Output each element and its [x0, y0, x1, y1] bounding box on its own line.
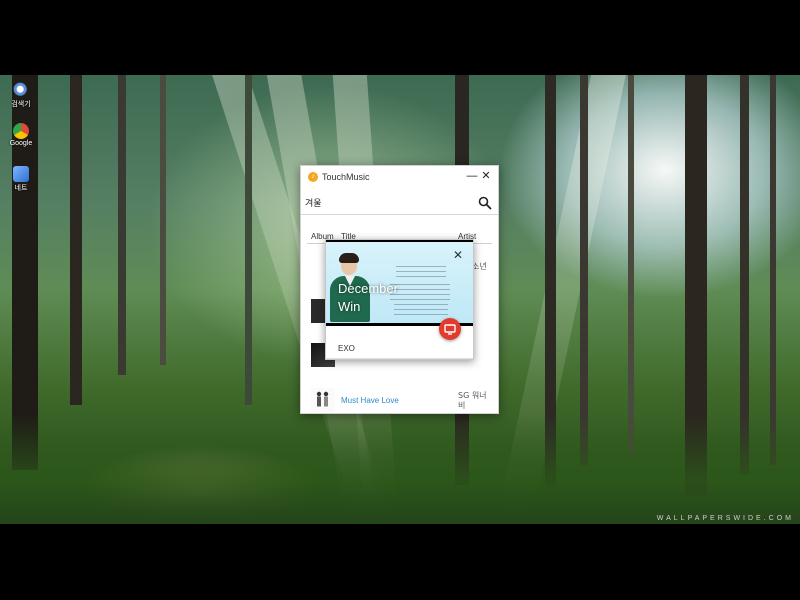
popup-artist: EXO [338, 344, 355, 353]
desktop-icon-label: Google [9, 140, 33, 147]
tree-trunk [160, 75, 166, 365]
chrome-icon [13, 123, 29, 139]
tree-trunk [580, 75, 588, 465]
lyric-lines [390, 284, 450, 300]
singer-hair [339, 253, 359, 263]
track-title-link[interactable]: Must Have Love [341, 396, 399, 405]
screen-mode-button[interactable] [439, 318, 461, 340]
tree-trunk [118, 75, 126, 375]
album-thumbnail [311, 388, 335, 412]
search-input[interactable] [305, 195, 475, 210]
video-title-overlay: December [338, 281, 398, 296]
screen-icon [444, 324, 456, 335]
wallpaper-watermark: WALLPAPERSWIDE.COM [656, 515, 794, 522]
video-popup: December Win ✕ EXO [325, 239, 474, 360]
desktop-icon-label: 검색기 [11, 101, 31, 108]
search-bar [301, 192, 498, 215]
title-bar[interactable]: ♪ TouchMusic — ✕ [301, 166, 498, 188]
minimize-button[interactable]: — [466, 170, 478, 182]
close-popup-button[interactable]: ✕ [453, 249, 463, 261]
network-icon [13, 166, 29, 182]
tree-trunk [770, 75, 776, 465]
search-icon [13, 82, 29, 98]
desktop-icon-label: 네트 [14, 185, 28, 192]
desktop-icon-search[interactable]: 검색기 [6, 82, 36, 109]
music-note-icon: ♪ [308, 172, 318, 182]
row-artist: 소년 [472, 262, 487, 271]
popup-divider [326, 358, 473, 359]
tree-trunk [70, 75, 82, 405]
music-video-player[interactable]: December Win ✕ [326, 240, 473, 326]
desktop-icon-network[interactable]: 네트 [6, 166, 36, 193]
video-title-overlay: Win [338, 299, 361, 314]
track-artist: SG 워너비 [458, 391, 487, 410]
window-title: TouchMusic [322, 172, 370, 182]
tree-trunk [245, 75, 252, 405]
grass [0, 414, 800, 524]
tree-trunk [628, 75, 634, 455]
desktop-icon-chrome[interactable]: Google [6, 123, 36, 147]
lyric-lines [394, 304, 448, 315]
lyric-lines [396, 266, 446, 278]
close-button[interactable]: ✕ [480, 170, 492, 182]
search-icon[interactable] [478, 196, 492, 210]
